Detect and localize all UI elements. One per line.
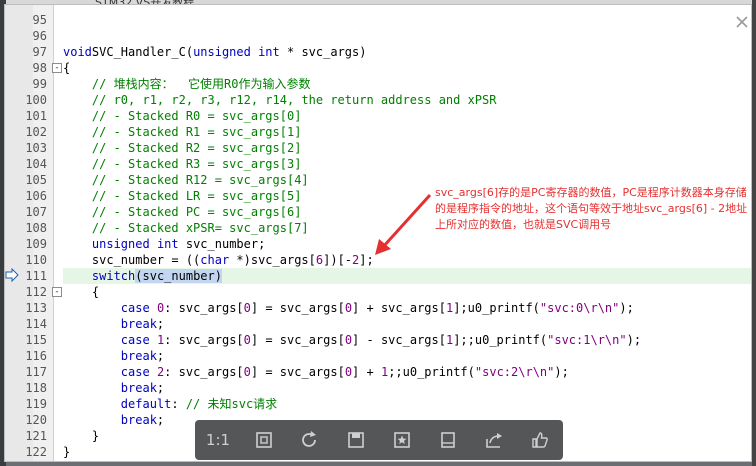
save-button[interactable]: [341, 425, 371, 455]
gallery-button[interactable]: [433, 425, 463, 455]
share-button[interactable]: [479, 425, 509, 455]
annotation-arrow-icon: [375, 193, 432, 255]
rotate-button[interactable]: [295, 425, 325, 455]
viewer-toolbar: 1:1: [195, 420, 563, 460]
save-icon: [348, 432, 364, 448]
fit-icon: [256, 432, 272, 448]
actual-size-button[interactable]: 1:1: [203, 425, 233, 455]
annotation-text: svc_args[6]存的是PC寄存器的数值，PC是程序计数器本身存储的是程序指…: [435, 186, 748, 231]
gallery-icon: [441, 432, 455, 448]
thumbs-up-icon: [532, 432, 548, 448]
share-icon: [486, 433, 502, 448]
fit-window-button[interactable]: [249, 425, 279, 455]
star-icon: [394, 432, 410, 448]
rotate-icon: [302, 431, 316, 447]
background-right-edge: [752, 0, 756, 466]
like-button[interactable]: [525, 425, 555, 455]
favorite-button[interactable]: [387, 425, 417, 455]
close-icon[interactable]: [735, 15, 749, 29]
image-viewer: 95 96 97 voidSVC_Handler_C(unsigned int * s…: [4, 4, 752, 462]
